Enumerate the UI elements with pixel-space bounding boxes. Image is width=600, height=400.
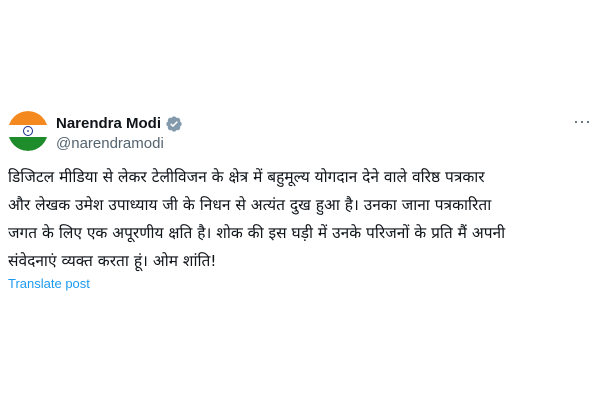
post-text: डिजिटल मीडिया से लेकर टेलीविजन के क्षेत्…	[8, 163, 594, 275]
translate-post-link[interactable]: Translate post	[8, 276, 90, 292]
verified-badge-icon	[165, 115, 183, 133]
post-text-line: डिजिटल मीडिया से लेकर टेलीविजन के क्षेत्…	[8, 168, 485, 186]
author-block: Narendra Modi @narendramodi	[56, 114, 183, 153]
post-text-line: जगत के लिए एक अपूरणीय क्षति है। शोक की इ…	[8, 224, 506, 242]
post-text-line: और लेखक उमेश उपाध्याय जी के निधन से अत्य…	[8, 196, 492, 214]
author-handle[interactable]: @narendramodi	[56, 134, 183, 153]
post-card: Narendra Modi @narendramodi ··· डिजिटल म…	[0, 0, 600, 400]
post-text-line: संवेदनाएं व्यक्त करता हूं। ओम शांति!	[8, 252, 217, 270]
more-options-icon[interactable]: ···	[570, 112, 594, 134]
author-name[interactable]: Narendra Modi	[56, 114, 161, 133]
avatar[interactable]	[8, 111, 48, 151]
india-flag-icon	[8, 111, 48, 151]
